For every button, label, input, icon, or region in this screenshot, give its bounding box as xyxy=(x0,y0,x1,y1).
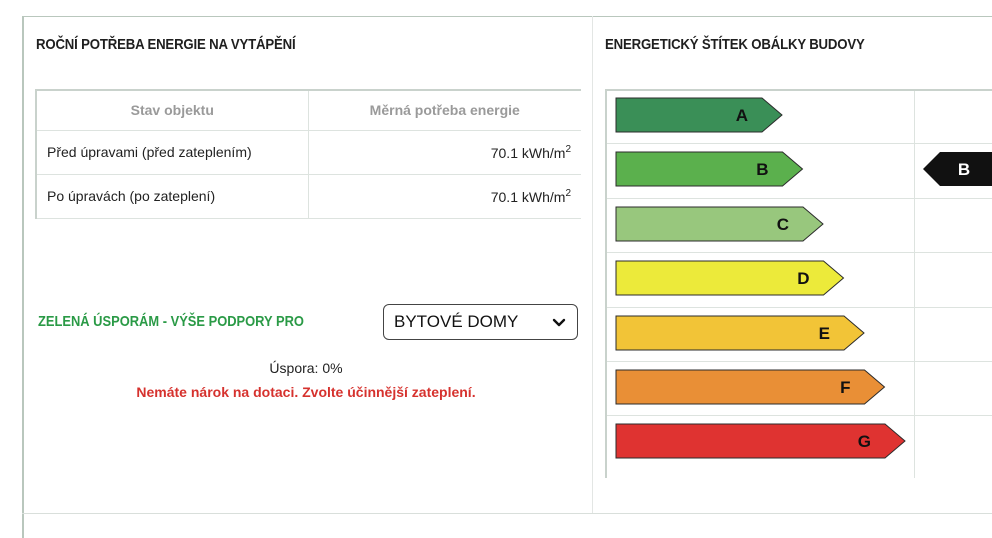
energy-class-bar-g: G xyxy=(615,423,907,460)
energy-class-bar-a: A xyxy=(615,97,784,134)
energy-class-shape xyxy=(615,151,804,187)
energy-class-arrow-g: G xyxy=(615,423,906,459)
frame-bottom-border xyxy=(22,513,992,514)
energy-class-letter: G xyxy=(858,432,871,451)
grid-row-divider xyxy=(607,252,992,254)
table-row: Po úpravách (po zateplení) 70.1 kWh/m2 xyxy=(36,174,581,219)
saving-text: Úspora: 0% xyxy=(269,360,343,376)
panel-divider xyxy=(592,16,593,513)
energy-class-arrow-f: F xyxy=(615,369,886,405)
energy-class-bar-e: E xyxy=(615,315,866,352)
energy-class-grid: A B C D E F G B xyxy=(605,89,992,478)
building-type-select[interactable]: BYTOVÉ DOMY xyxy=(383,304,578,340)
energy-class-shape xyxy=(615,97,783,133)
value-after-text: 70.1 kWh/m xyxy=(490,188,566,205)
energy-class-arrow-b: B xyxy=(615,151,804,187)
grid-row-divider xyxy=(607,415,992,417)
grid-row-divider xyxy=(607,197,992,199)
row-value-before: 70.1 kWh/m2 xyxy=(308,130,581,175)
current-rating-tag: B xyxy=(923,152,992,191)
column-header-state: Stav objektu xyxy=(36,90,309,131)
support-level-label: ZELENÁ ÚSPORÁM - VÝŠE PODPORY PRO xyxy=(38,313,304,330)
column-header-demand: Měrná potřeba energie xyxy=(308,90,581,131)
energy-class-letter: E xyxy=(819,324,830,343)
energy-class-shape xyxy=(615,206,824,242)
rating-tag-letter: B xyxy=(958,160,970,179)
energy-class-bar-c: C xyxy=(615,206,825,243)
unit-exponent: 2 xyxy=(565,187,571,199)
chevron-down-icon xyxy=(552,318,566,327)
energy-demand-table: Stav objektu Měrná potřeba energie Před … xyxy=(35,89,581,219)
select-value: BYTOVÉ DOMY xyxy=(394,312,519,331)
frame-left-border xyxy=(22,16,24,538)
table-header-row: Stav objektu Měrná potřeba energie xyxy=(36,90,581,131)
energy-class-letter: A xyxy=(736,106,748,125)
rating-tag-arrow: B xyxy=(923,152,992,187)
energy-class-arrow-a: A xyxy=(615,97,783,133)
subsidy-warning: Nemáte nárok na dotaci. Zvolte účinnější… xyxy=(136,384,476,400)
energy-class-bar-f: F xyxy=(615,369,887,406)
energy-label-title: ENERGETICKÝ ŠTÍTEK OBÁLKY BUDOVY xyxy=(605,36,865,53)
energy-class-letter: D xyxy=(797,269,809,288)
grid-row-divider xyxy=(607,306,992,308)
energy-class-arrow-e: E xyxy=(615,315,865,351)
row-value-after: 70.1 kWh/m2 xyxy=(308,174,581,219)
grid-column-divider xyxy=(914,91,915,478)
energy-class-bar-d: D xyxy=(615,260,846,297)
energy-class-letter: F xyxy=(840,378,850,397)
value-before-text: 70.1 kWh/m xyxy=(490,144,566,161)
row-label-after: Po úpravách (po zateplení) xyxy=(36,174,309,219)
unit-exponent: 2 xyxy=(565,143,571,155)
table-row: Před úpravami (před zateplením) 70.1 kWh… xyxy=(36,130,581,175)
row-label-before: Před úpravami (před zateplením) xyxy=(36,130,309,175)
grid-row-divider xyxy=(607,143,992,145)
grid-row-divider xyxy=(607,361,992,362)
heating-demand-title: ROČNÍ POTŘEBA ENERGIE NA VYTÁPĚNÍ xyxy=(36,36,296,53)
energy-class-bar-b: B xyxy=(615,151,805,188)
frame-top-border xyxy=(22,16,992,17)
energy-class-arrow-d: D xyxy=(615,260,845,296)
energy-class-letter: C xyxy=(777,215,789,234)
energy-class-arrow-c: C xyxy=(615,206,824,242)
energy-class-letter: B xyxy=(756,160,768,179)
